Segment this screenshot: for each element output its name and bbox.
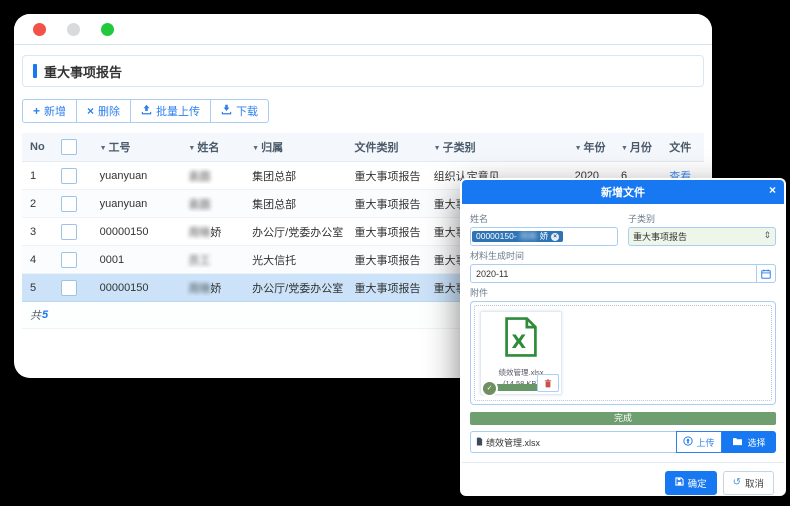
subcategory-label: 子类别 xyxy=(628,212,776,225)
dialog-header[interactable]: 新增文件 × xyxy=(462,180,784,204)
cell-org: 办公厅/党委办公室 xyxy=(250,224,352,240)
confirm-button[interactable]: 确定 xyxy=(665,471,717,495)
cell-employee-id: 00000150 xyxy=(98,282,187,294)
dialog-title: 新增文件 xyxy=(601,184,645,200)
save-icon xyxy=(675,477,684,489)
add-file-dialog: 新增文件 × 姓名 00000150-周晓娇 × 子类别 重 xyxy=(460,178,786,496)
cell-name: 员工 xyxy=(186,252,250,268)
cell-no: 1 xyxy=(22,170,59,182)
traffic-light-close[interactable] xyxy=(33,23,46,36)
download-icon xyxy=(221,104,232,118)
table-header-row: No ▼工号 ▼姓名 ▼归属 文件类别 ▼子类别 ▼年份 ▼月份 文件 xyxy=(22,133,704,162)
cell-org: 集团总部 xyxy=(250,196,352,212)
row-checkbox[interactable] xyxy=(61,168,77,184)
filter-icon: ▼ xyxy=(575,145,582,152)
filter-icon: ▼ xyxy=(188,145,195,152)
row-checkbox[interactable] xyxy=(61,252,77,268)
plus-icon: + xyxy=(33,105,40,117)
row-checkbox[interactable] xyxy=(61,196,77,212)
name-token: 00000150-周晓娇 × xyxy=(472,231,563,243)
excel-file-icon: X xyxy=(503,316,539,363)
document-icon xyxy=(476,437,483,448)
folder-icon xyxy=(732,437,743,448)
upload-icon xyxy=(141,104,152,118)
page-title-box: 重大事项报告 xyxy=(22,55,704,87)
filter-icon: ▼ xyxy=(100,145,107,152)
download-button[interactable]: 下载 xyxy=(210,99,269,123)
uploaded-file-card[interactable]: X 绩效管理.xlsx (14.58 KB) ✓ xyxy=(480,311,562,395)
cell-employee-id: yuanyuan xyxy=(98,198,187,210)
svg-text:X: X xyxy=(511,331,526,353)
select-all-checkbox[interactable] xyxy=(61,139,77,155)
cell-no: 5 xyxy=(22,282,59,294)
page-title: 重大事项报告 xyxy=(44,62,122,81)
cell-no: 4 xyxy=(22,254,59,266)
cell-employee-id: yuanyuan xyxy=(98,170,187,182)
add-button[interactable]: + 新增 xyxy=(22,99,77,123)
name-input[interactable]: 00000150-周晓娇 × xyxy=(470,227,618,246)
upload-progress-bar: 完成 xyxy=(470,412,776,425)
col-file-category: 文件类别 xyxy=(352,139,431,155)
name-label: 姓名 xyxy=(470,212,618,225)
col-name[interactable]: ▼姓名 xyxy=(186,139,250,155)
delete-file-button[interactable] xyxy=(537,374,559,392)
toolbar: + 新增 × 删除 批量上传 下载 xyxy=(22,99,704,123)
filter-icon: ▼ xyxy=(252,145,259,152)
attachment-dropzone[interactable]: X 绩效管理.xlsx (14.58 KB) ✓ xyxy=(470,301,776,405)
cell-employee-id: 00000150 xyxy=(98,226,187,238)
cell-name: 袁圆 xyxy=(186,168,250,184)
col-employee-id[interactable]: ▼工号 xyxy=(98,139,187,155)
window-titlebar xyxy=(14,14,712,45)
subcategory-select[interactable]: 重大事项报告 ⇕ xyxy=(628,227,776,246)
row-checkbox[interactable] xyxy=(61,280,77,296)
select-arrows-icon: ⇕ xyxy=(763,230,771,241)
circle-up-icon xyxy=(683,436,693,448)
upload-file-button[interactable]: 上传 xyxy=(676,431,722,453)
calendar-icon[interactable] xyxy=(756,265,775,282)
cell-name: 袁圆 xyxy=(186,196,250,212)
cell-org: 办公厅/党委办公室 xyxy=(250,280,352,296)
col-subcategory[interactable]: ▼子类别 xyxy=(432,139,573,155)
filter-icon: ▼ xyxy=(621,145,628,152)
cell-org: 光大信托 xyxy=(250,252,352,268)
cell-no: 2 xyxy=(22,198,59,210)
cell-category: 重大事项报告 xyxy=(352,224,431,240)
col-org[interactable]: ▼归属 xyxy=(250,139,352,155)
cell-category: 重大事项报告 xyxy=(352,252,431,268)
time-input[interactable]: 2020-11 xyxy=(470,264,776,283)
close-icon[interactable]: × xyxy=(769,184,776,196)
file-path-input[interactable]: 绩效管理.xlsx xyxy=(470,431,676,453)
cell-category: 重大事项报告 xyxy=(352,280,431,296)
x-icon: × xyxy=(87,105,94,117)
col-file: 文件 xyxy=(667,139,704,155)
col-year[interactable]: ▼年份 xyxy=(573,139,619,155)
cell-no: 3 xyxy=(22,226,59,238)
cell-employee-id: 0001 xyxy=(98,254,187,266)
traffic-light-zoom[interactable] xyxy=(101,23,114,36)
cell-name: 周晓娇 xyxy=(186,280,250,296)
row-checkbox[interactable] xyxy=(61,224,77,240)
cell-category: 重大事项报告 xyxy=(352,168,431,184)
col-no: No xyxy=(22,141,59,153)
traffic-light-minimize[interactable] xyxy=(67,23,80,36)
filter-icon: ▼ xyxy=(434,145,441,152)
trash-icon xyxy=(544,379,552,388)
cell-name: 周晓娇 xyxy=(186,224,250,240)
time-label: 材料生成时间 xyxy=(470,249,776,262)
total-label: 共 xyxy=(30,307,41,323)
total-count: 5 xyxy=(42,309,48,321)
title-accent-bar xyxy=(33,64,37,78)
delete-button[interactable]: × 删除 xyxy=(76,99,131,123)
check-icon: ✓ xyxy=(481,380,498,397)
choose-file-button[interactable]: 选择 xyxy=(722,431,776,453)
cell-org: 集团总部 xyxy=(250,168,352,184)
undo-icon: ↺ xyxy=(733,478,741,488)
cell-category: 重大事项报告 xyxy=(352,196,431,212)
col-month[interactable]: ▼月份 xyxy=(619,139,667,155)
attachment-label: 附件 xyxy=(470,286,776,299)
token-remove-icon[interactable]: × xyxy=(551,233,559,241)
batch-upload-button[interactable]: 批量上传 xyxy=(130,99,211,123)
cancel-button[interactable]: ↺ 取消 xyxy=(723,471,774,495)
